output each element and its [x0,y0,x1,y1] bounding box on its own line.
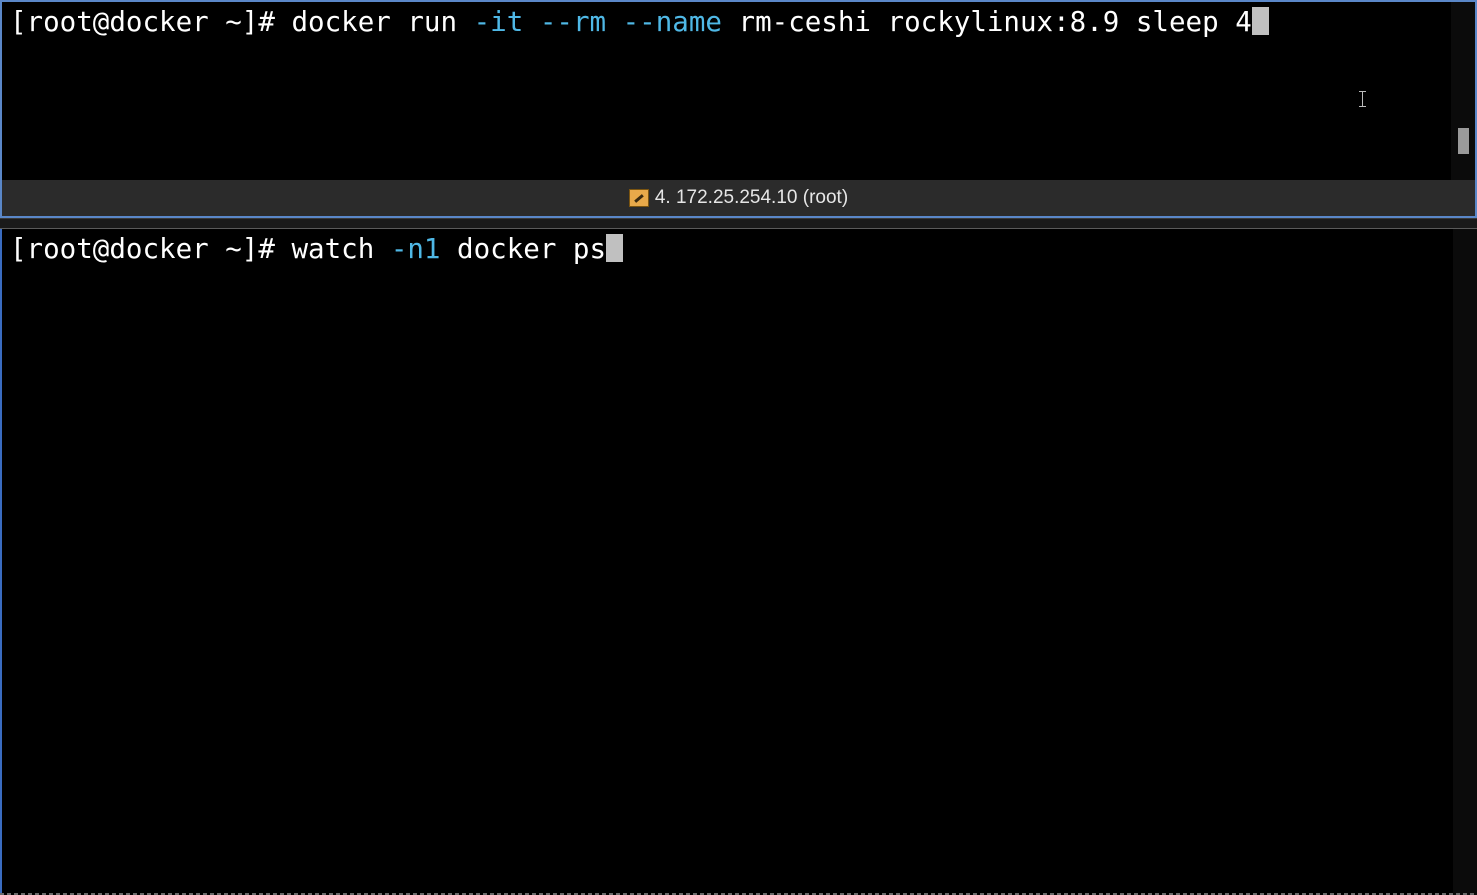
vertical-scrollbar-top[interactable] [1451,2,1475,180]
option-token: -n1 [390,233,441,265]
option-token: -it [473,6,524,38]
scrollbar-thumb[interactable] [1458,128,1469,154]
command-token: docker ps [440,233,607,265]
command-line-bottom[interactable]: [root@docker ~]# watch -n1 docker ps [10,232,624,266]
pane-splitter[interactable] [0,218,1477,229]
command-token: watch [291,233,391,265]
prompt: [root@docker ~]# [10,6,292,38]
terminal-pane-top[interactable]: [root@docker ~]# docker run -it --rm --n… [0,0,1477,218]
session-label: 4. 172.25.254.10 (root) [654,187,849,208]
command-token [523,6,540,38]
text-cursor [606,234,624,262]
terminal-window: [root@docker ~]# docker run -it --rm --n… [0,0,1477,895]
session-key-icon [628,189,649,207]
command-token [606,6,623,38]
command-token: docker run [291,6,474,38]
text-cursor [1251,7,1269,35]
terminal-pane-bottom[interactable]: [root@docker ~]# watch -n1 docker ps [0,229,1477,895]
pane-status-bar: 4. 172.25.254.10 (root) [2,180,1475,216]
i-beam-cursor-icon [1358,91,1367,107]
command-line-top[interactable]: [root@docker ~]# docker run -it --rm --n… [10,5,1269,39]
prompt: [root@docker ~]# [10,233,292,265]
command-token: rm-ceshi rockylinux:8.9 sleep 4 [721,6,1252,38]
option-token: --name [622,6,722,38]
vertical-scrollbar-bottom[interactable] [1453,229,1477,895]
option-token: --rm [539,6,607,38]
